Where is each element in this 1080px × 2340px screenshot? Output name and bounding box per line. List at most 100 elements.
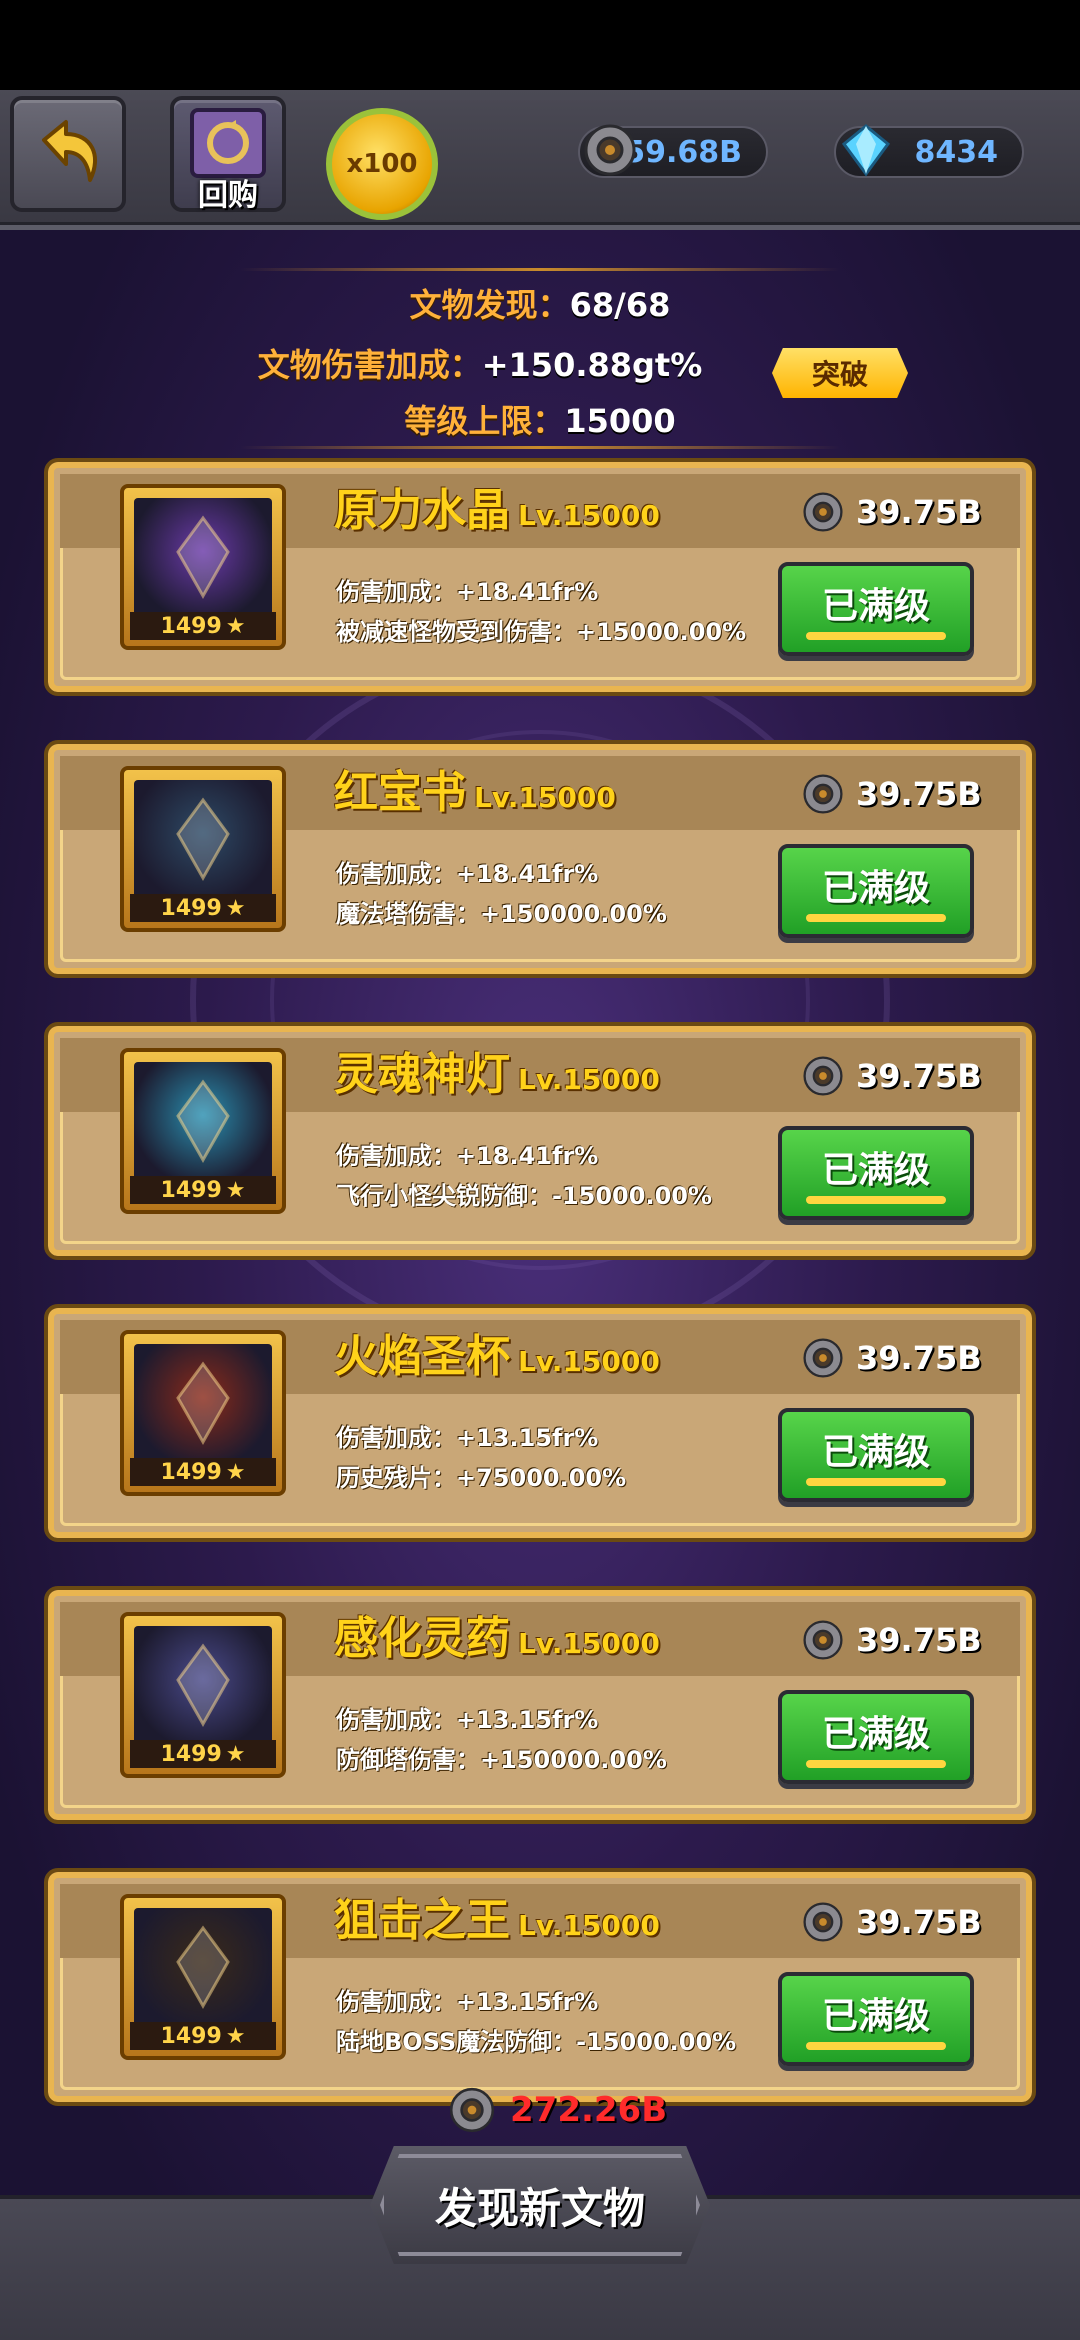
gear-icon [584, 124, 636, 176]
elixir-bottle-icon [134, 1626, 272, 1744]
divider-top [240, 268, 840, 271]
artifact-stat-damage: 伤害加成：+13.15fr% [336, 1988, 599, 2016]
purple-crystal-icon [134, 498, 272, 616]
upgrade-cost: 39.75B [800, 488, 982, 536]
artifact-card: 1499 ★ 灵魂神灯 Lv.15000 39.75B 伤害加成：+18.41fr… [44, 1022, 1036, 1260]
artifact-level: Lv.15000 [474, 781, 616, 814]
badge-count: 1499 [160, 1177, 222, 1203]
artifact-stat-special: 陆地BOSS魔法防御：-15000.00% [336, 2028, 737, 2056]
star-icon: ★ [225, 1459, 246, 1485]
upgrade-cost-value: 39.75B [856, 1903, 982, 1941]
artifact-icon-frame[interactable]: 1499 ★ [120, 766, 286, 932]
upgrade-cost: 39.75B [800, 770, 982, 818]
level-cap-value: 15000 [564, 402, 676, 440]
discovered-label: 文物发现： [409, 286, 570, 324]
artifact-stat-damage: 伤害加成：+13.15fr% [336, 1424, 599, 1452]
upgrade-cost-value: 39.75B [856, 1057, 982, 1095]
artifact-star-badge: 1499 ★ [130, 1458, 276, 1486]
artifact-star-badge: 1499 ★ [130, 2022, 276, 2050]
artifact-level: Lv.15000 [518, 499, 660, 532]
artifact-card: 1499 ★ 红宝书 Lv.15000 39.75B 伤害加成：+18.41fr%… [44, 740, 1036, 978]
artifact-art [176, 1925, 230, 2010]
artifact-stat-special: 历史残片：+75000.00% [336, 1464, 627, 1492]
soul-lamp-icon [134, 1062, 272, 1180]
max-level-button[interactable]: 已满级 [778, 562, 974, 656]
artifact-name-text: 狙击之王 [334, 1895, 510, 1946]
gear-icon [803, 492, 843, 532]
artifact-name: 红宝书 Lv.15000 [334, 756, 616, 820]
x100-multiplier-button[interactable]: x100 [326, 108, 438, 220]
artifact-art [176, 1361, 230, 1446]
artifact-level: Lv.15000 [518, 1345, 660, 1378]
artifact-name: 狙击之王 Lv.15000 [334, 1884, 660, 1948]
flame-chalice-icon [134, 1344, 272, 1462]
gear-icon [803, 1338, 843, 1378]
star-icon: ★ [225, 613, 246, 639]
max-level-button[interactable]: 已满级 [778, 1972, 974, 2066]
level-cap-label: 等级上限： [404, 402, 565, 440]
buyback-button[interactable]: 回购 [170, 96, 286, 213]
max-level-button[interactable]: 已满级 [778, 1690, 974, 1784]
multiplier-label: x100 [346, 149, 418, 179]
upgrade-cost-value: 39.75B [856, 1339, 982, 1377]
diamond-icon [841, 124, 891, 177]
artifact-level: Lv.15000 [518, 1627, 660, 1660]
max-level-label: 已满级 [821, 1714, 930, 1755]
artifact-art [176, 1079, 230, 1164]
artifact-name-text: 火焰圣杯 [334, 1331, 510, 1382]
gear-currency-display: 59.68B [578, 124, 768, 178]
discovered-value: 68/68 [569, 286, 671, 324]
artifact-stat-special: 防御塔伤害：+150000.00% [336, 1746, 667, 1774]
artifact-star-badge: 1499 ★ [130, 612, 276, 640]
badge-count: 1499 [160, 1741, 222, 1767]
badge-count: 1499 [160, 895, 222, 921]
artifact-star-badge: 1499 ★ [130, 894, 276, 922]
artifact-star-badge: 1499 ★ [130, 1740, 276, 1768]
max-level-label: 已满级 [821, 1150, 930, 1191]
artifact-level: Lv.15000 [518, 1063, 660, 1096]
max-level-label: 已满级 [821, 1432, 930, 1473]
artifact-stat-damage: 伤害加成：+18.41fr% [336, 1142, 599, 1170]
artifact-stat-special: 被减速怪物受到伤害：+15000.00% [336, 618, 747, 646]
gear-icon [803, 1902, 843, 1942]
artifact-art [176, 1643, 230, 1728]
gem-currency-display: 8434 [834, 124, 1024, 178]
artifact-name: 感化灵药 Lv.15000 [334, 1602, 660, 1666]
upgrade-cost-value: 39.75B [856, 775, 982, 813]
artifact-card: 1499 ★ 火焰圣杯 Lv.15000 39.75B 伤害加成：+13.15fr… [44, 1304, 1036, 1542]
breakthrough-button[interactable]: 突破 [772, 348, 908, 398]
max-level-label: 已满级 [821, 586, 930, 627]
undo-arrow-icon [42, 120, 97, 182]
discovered-row: 文物发现：68/68 [0, 280, 1080, 326]
artifact-card: 1499 ★ 感化灵药 Lv.15000 39.75B 伤害加成：+13.15fr… [44, 1586, 1036, 1824]
total-cost-value: 272.26B [510, 2090, 668, 2130]
max-level-button[interactable]: 已满级 [778, 844, 974, 938]
artifact-icon-frame[interactable]: 1499 ★ [120, 1894, 286, 2060]
artifact-icon-frame[interactable]: 1499 ★ [120, 1048, 286, 1214]
upgrade-cost-value: 39.75B [856, 493, 982, 531]
gear-icon [803, 1620, 843, 1660]
artifact-stat-damage: 伤害加成：+18.41fr% [336, 578, 599, 606]
back-button[interactable] [10, 96, 126, 212]
star-icon: ★ [225, 895, 246, 921]
max-level-button[interactable]: 已满级 [778, 1408, 974, 1502]
artifact-icon-frame[interactable]: 1499 ★ [120, 1330, 286, 1496]
artifact-icon-frame[interactable]: 1499 ★ [120, 1612, 286, 1778]
discover-new-artifact-button[interactable]: 发现新文物 [370, 2146, 710, 2264]
gear-amount: 59.68B [624, 134, 742, 170]
artifact-icon-frame[interactable]: 1499 ★ [120, 484, 286, 650]
top-bar: 回购 x100 59.68B 8434 [0, 90, 1080, 230]
gear-icon [449, 2087, 495, 2133]
artifact-stat-special: 飞行小怪尖锐防御：-15000.00% [336, 1182, 713, 1210]
star-icon: ★ [225, 1177, 246, 1203]
slingshot-icon [134, 1908, 272, 2026]
artifact-stat-special: 魔法塔伤害：+150000.00% [336, 900, 667, 928]
artifact-name-text: 感化灵药 [334, 1613, 510, 1664]
upgrade-cost: 39.75B [800, 1898, 982, 1946]
upgrade-cost: 39.75B [800, 1616, 982, 1664]
damage-bonus-label: 文物伤害加成： [257, 346, 482, 384]
artifact-stat-damage: 伤害加成：+18.41fr% [336, 860, 599, 888]
max-level-button[interactable]: 已满级 [778, 1126, 974, 1220]
max-level-label: 已满级 [821, 868, 930, 909]
total-cost-display: 272.26B [446, 2084, 667, 2136]
